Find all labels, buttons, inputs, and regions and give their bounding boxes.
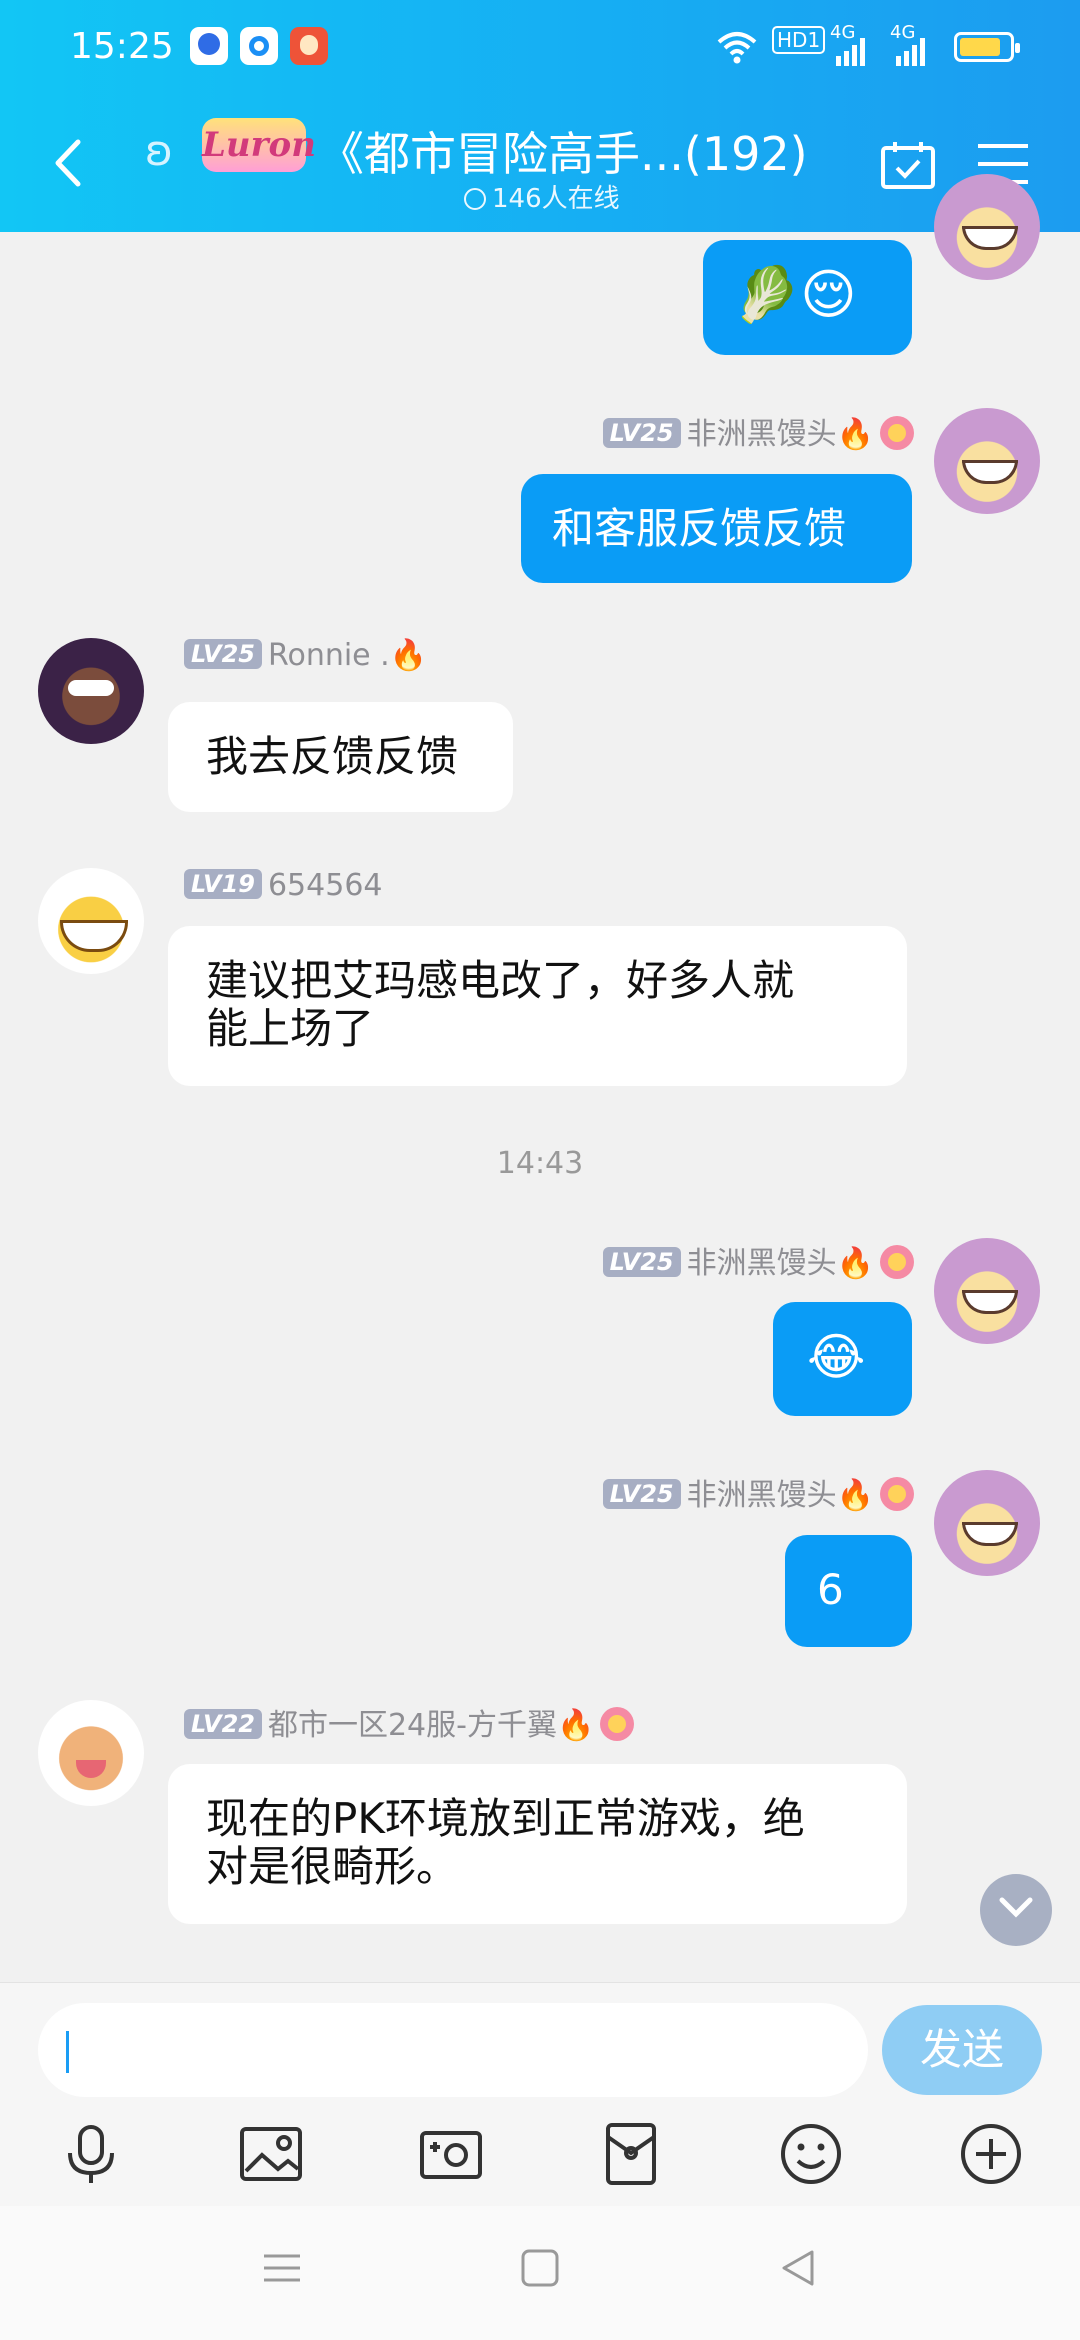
avatar[interactable] [38, 638, 144, 744]
chat-screen: 15:25 HD1 4G 4G ʚ Luron 《都市冒险高手...(192) … [0, 0, 1080, 2340]
message-text-line: 能上场了 [206, 1004, 375, 1053]
sender-name-text: 都市一区24服-方千翼 [267, 1708, 557, 1743]
wifi-icon [717, 32, 757, 64]
browser-app-icon [240, 27, 278, 65]
message-bubble[interactable]: 6 [785, 1535, 912, 1647]
flower-badge-icon [600, 1707, 635, 1741]
signal-1-icon [836, 38, 865, 66]
fire-icon: 🔥 [836, 1246, 874, 1281]
message-text-line: 对是很畸形。 [206, 1842, 459, 1891]
avatar[interactable] [934, 1238, 1040, 1344]
home-icon[interactable] [520, 2248, 560, 2288]
sender-name-text: Ronnie . [267, 638, 390, 673]
recents-menu-icon[interactable] [262, 2248, 302, 2288]
avatar[interactable] [934, 174, 1040, 280]
sender-name: LV22 都市一区24服-方千翼🔥 [184, 1700, 635, 1744]
message-text: 🥬😌 [733, 263, 857, 326]
avatar[interactable] [38, 868, 144, 974]
message-text-line: 建议把艾玛感电改了，好多人就 [206, 956, 795, 1005]
message-text: 我去反馈反馈 [206, 732, 459, 781]
flower-badge-icon [880, 416, 914, 450]
timestamp: 14:43 [496, 1146, 584, 1181]
hd-badge: HD1 [772, 26, 826, 54]
chevron-down-icon [999, 1897, 1033, 1918]
status-bar: 15:25 HD1 4G 4G [0, 22, 1080, 76]
message-bubble[interactable]: 现在的PK环境放到正常游戏，绝 对是很畸形。 [168, 1764, 907, 1924]
sender-name-text: 非洲黑馒头 [686, 417, 837, 452]
message-bubble[interactable]: 建议把艾玛感电改了，好多人就 能上场了 [168, 926, 907, 1086]
online-text: 146人在线 [492, 184, 620, 214]
game-app-icon [290, 27, 328, 65]
flower-badge-icon [880, 1245, 914, 1279]
flower-badge-icon [880, 1477, 914, 1511]
level-badge: LV19 [184, 869, 262, 899]
calendar-check-icon[interactable] [880, 140, 936, 190]
header: 15:25 HD1 4G 4G ʚ Luron 《都市冒险高手...(192) … [0, 0, 1080, 232]
battery-icon [954, 32, 1020, 62]
camera-icon[interactable] [418, 2121, 484, 2187]
avatar[interactable] [934, 408, 1040, 514]
message-text: 😂 [807, 1328, 866, 1386]
fire-icon: 🔥 [836, 1478, 874, 1513]
message-bubble[interactable]: 😂 [773, 1302, 912, 1416]
sender-name-text: 654564 [267, 868, 383, 903]
ear-icon[interactable]: ʚ [145, 126, 173, 175]
sender-name: LV25 非洲黑馒头🔥 [602, 409, 914, 453]
microphone-icon[interactable] [58, 2121, 124, 2187]
fire-icon: 🔥 [556, 1708, 595, 1743]
back-button[interactable] [50, 138, 86, 188]
text-caret [66, 2031, 69, 2073]
online-check-icon [464, 188, 486, 210]
emoji-icon[interactable] [778, 2121, 844, 2187]
signal-2-icon [896, 38, 925, 66]
level-badge: LV25 [602, 418, 681, 448]
avatar[interactable] [934, 1470, 1040, 1576]
fire-icon: 🔥 [389, 638, 428, 673]
level-badge: LV25 [602, 1479, 681, 1509]
avatar[interactable] [38, 1700, 144, 1806]
image-icon[interactable] [238, 2121, 304, 2187]
sender-name-text: 非洲黑馒头 [686, 1478, 837, 1513]
message-text-line: 现在的PK环境放到正常游戏，绝 [206, 1794, 805, 1843]
red-packet-icon[interactable] [598, 2121, 664, 2187]
system-nav-bar [0, 2206, 1080, 2340]
send-button[interactable]: 发送 [882, 2005, 1042, 2095]
message-text: 和客服反馈反馈 [552, 504, 847, 553]
plus-icon[interactable] [958, 2121, 1024, 2187]
luron-logo: Luron [202, 118, 316, 172]
message-bubble[interactable]: 我去反馈反馈 [168, 702, 513, 812]
status-time: 15:25 [70, 26, 174, 67]
sender-name: LV25 非洲黑馒头🔥 [602, 1470, 914, 1514]
online-count: 146人在线 [464, 178, 620, 215]
sender-name: LV25 Ronnie .🔥 [184, 638, 427, 673]
scroll-to-bottom-button[interactable] [980, 1874, 1052, 1946]
sender-name-text: 非洲黑馒头 [686, 1246, 837, 1281]
level-badge: LV22 [184, 1709, 262, 1739]
back-nav-icon[interactable] [778, 2248, 818, 2288]
message-input[interactable] [38, 2003, 868, 2097]
message-bubble[interactable]: 🥬😌 [703, 240, 912, 355]
level-badge: LV25 [602, 1247, 681, 1277]
message-bubble[interactable]: 和客服反馈反馈 [521, 474, 912, 583]
fire-icon: 🔥 [836, 417, 874, 452]
baidu-app-icon [190, 27, 228, 65]
group-title[interactable]: 《都市冒险高手...(192) [318, 118, 808, 184]
level-badge: LV25 [184, 639, 262, 669]
message-text: 6 [817, 1565, 844, 1614]
input-area: 发送 [0, 1982, 1080, 2206]
sender-name: LV25 非洲黑馒头🔥 [602, 1238, 914, 1282]
sender-name: LV19 654564 [184, 868, 383, 903]
